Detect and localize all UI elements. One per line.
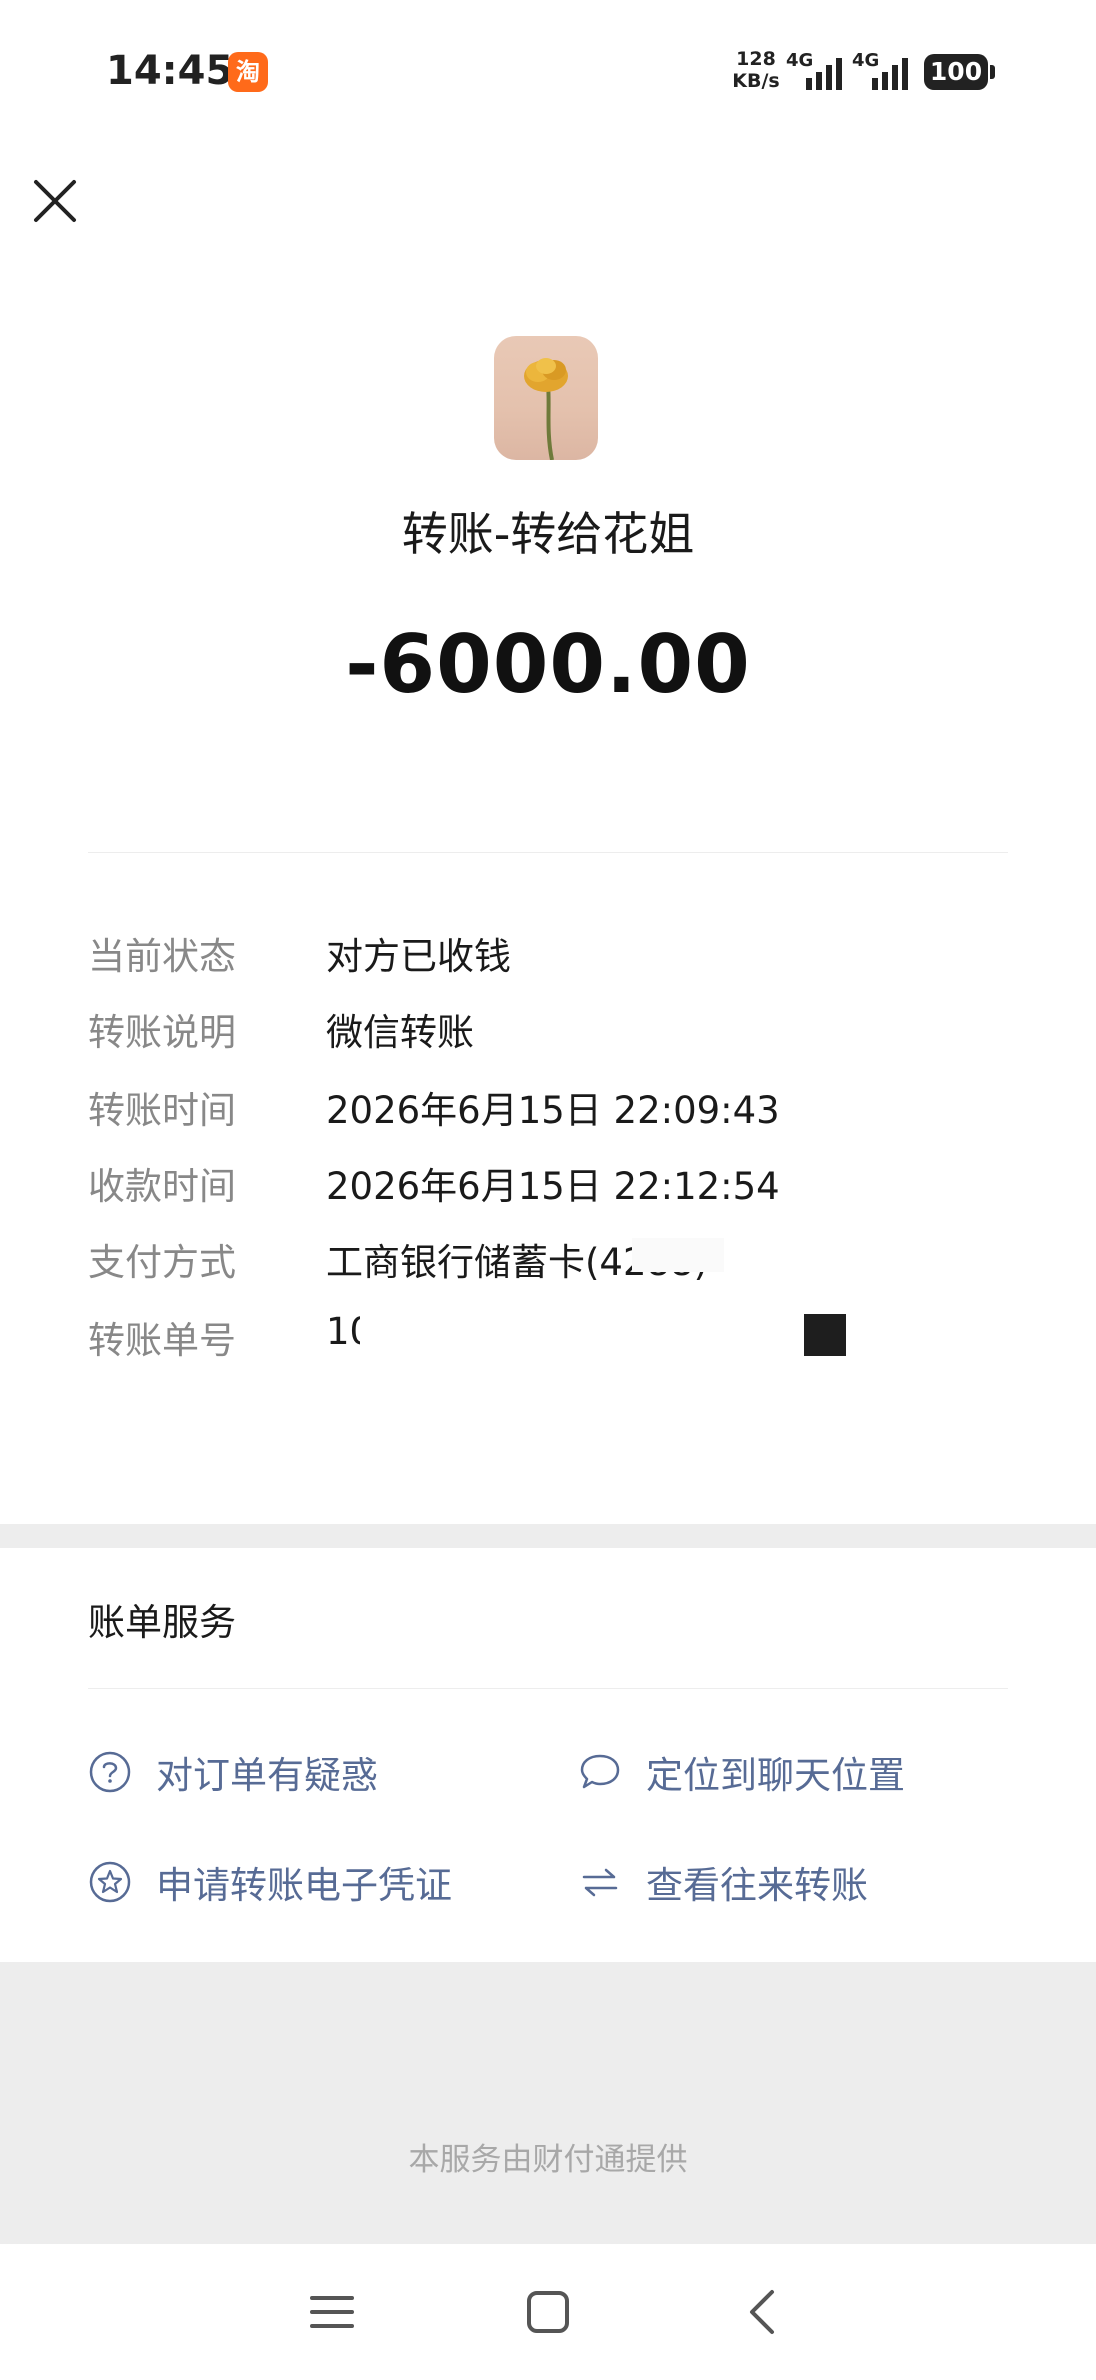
transfer-amount: -6000.00 <box>345 618 751 711</box>
menu-button[interactable] <box>302 2282 362 2342</box>
detail-value: 2026年6月15日 22:12:54 <box>326 1165 780 1208</box>
apply-voucher-label: 申请转账电子凭证 <box>156 1864 452 1907</box>
exchange-arrows-icon <box>578 1860 622 1904</box>
order-question-link[interactable]: 对订单有疑惑 <box>88 1744 378 1800</box>
view-transfers-link[interactable]: 查看往来转账 <box>578 1854 868 1910</box>
detail-label: 转账说明 <box>88 1011 236 1054</box>
back-chevron-icon <box>750 2290 774 2334</box>
redaction-overlay <box>632 1238 724 1272</box>
locate-chat-link[interactable]: 定位到聊天位置 <box>578 1744 905 1800</box>
redaction-overlay <box>360 1300 780 1360</box>
signal-1: 4G <box>786 50 856 92</box>
flower-image <box>524 358 568 460</box>
view-transfers-label: 查看往来转账 <box>646 1864 868 1907</box>
detail-value: 对方已收钱 <box>326 935 511 978</box>
detail-label: 支付方式 <box>88 1241 236 1284</box>
star-badge-icon <box>88 1860 132 1904</box>
detail-label: 转账时间 <box>88 1089 236 1132</box>
detail-label: 收款时间 <box>88 1165 236 1208</box>
recipient-avatar <box>494 336 598 460</box>
close-button[interactable] <box>30 176 80 226</box>
menu-icon <box>310 2296 354 2328</box>
section-separator <box>0 1524 1096 1548</box>
question-circle-icon <box>88 1750 132 1794</box>
detail-value: 2026年6月15日 22:09:43 <box>326 1089 780 1132</box>
divider <box>88 1688 1008 1689</box>
detail-value: 微信转账 <box>326 1011 474 1054</box>
transfer-title: 转账-转给花姐 <box>401 507 695 561</box>
order-question-label: 对订单有疑惑 <box>156 1754 378 1797</box>
status-time: 14:45 <box>106 48 234 94</box>
status-bar: 14:45 淘 128 KB/s 4G 4G 100 <box>0 0 1096 140</box>
network-speed-unit: KB/s <box>732 70 780 92</box>
detail-label: 转账单号 <box>88 1319 236 1362</box>
signal-bars-icon <box>872 58 908 90</box>
home-button[interactable] <box>518 2282 578 2342</box>
chat-bubble-icon <box>578 1750 622 1794</box>
apply-voucher-link[interactable]: 申请转账电子凭证 <box>88 1854 452 1910</box>
battery-indicator: 100 <box>924 54 995 90</box>
signal-2: 4G <box>852 50 922 92</box>
close-icon <box>34 180 76 222</box>
detail-label: 当前状态 <box>88 935 236 978</box>
network-speed: 128 KB/s <box>730 48 782 92</box>
taobao-app-icon: 淘 <box>228 52 268 92</box>
redaction-block <box>804 1314 846 1356</box>
network-speed-value: 128 <box>736 48 776 70</box>
home-square-icon <box>527 2291 569 2333</box>
footer-area <box>0 1962 1096 2244</box>
divider <box>88 852 1008 853</box>
system-nav-bar <box>0 2244 1096 2380</box>
locate-chat-label: 定位到聊天位置 <box>646 1754 905 1797</box>
signal-bars-icon <box>806 58 842 90</box>
service-provider-text: 本服务由财付通提供 <box>408 2142 688 2178</box>
back-button[interactable] <box>732 2282 792 2342</box>
bill-service-title: 账单服务 <box>88 1601 236 1644</box>
card-notch <box>414 1496 470 1524</box>
